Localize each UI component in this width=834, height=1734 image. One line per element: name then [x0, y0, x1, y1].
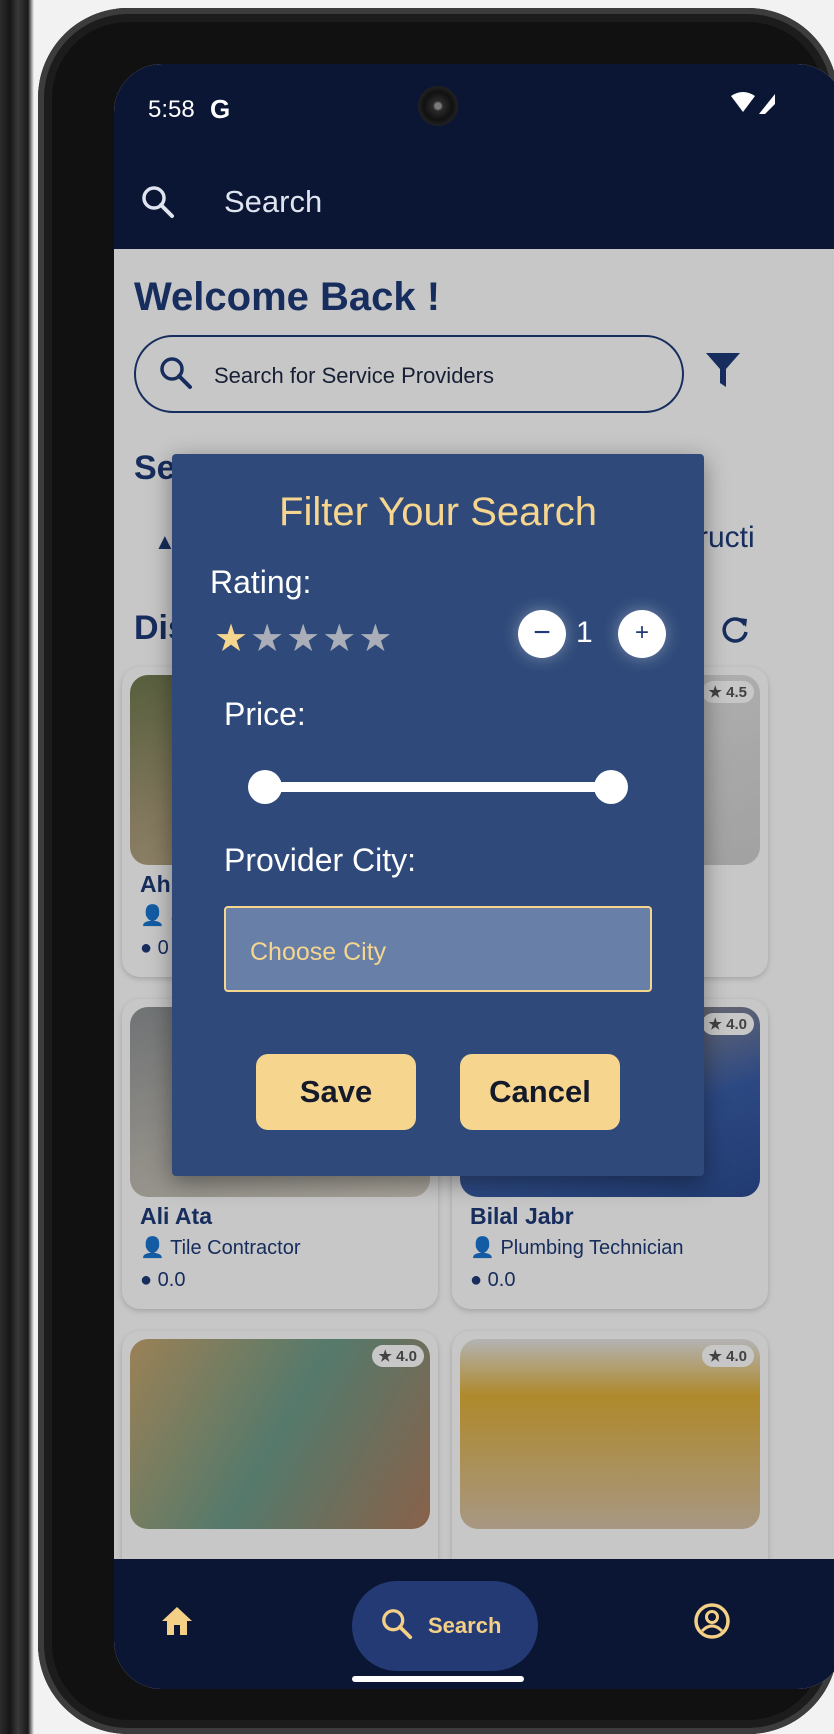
phone-screen: 5:58 G Search Welcome Back ! Search for … [114, 64, 834, 1689]
star-icon[interactable]: ★ [250, 618, 286, 660]
bottom-navigation: Search [114, 1559, 834, 1689]
adjacent-device-edge [0, 0, 34, 1734]
phone-frame: 5:58 G Search Welcome Back ! Search for … [38, 8, 834, 1734]
star-icon[interactable]: ★ [322, 618, 358, 660]
status-bar: 5:58 G [114, 64, 834, 154]
gesture-bar[interactable] [352, 1676, 524, 1682]
rating-stars[interactable]: ★★★★★ [214, 616, 394, 661]
top-search-label: Search [224, 184, 323, 219]
front-camera [418, 86, 458, 126]
city-placeholder: Choose City [250, 938, 387, 966]
rating-increment-button[interactable]: + [618, 610, 666, 658]
wifi-icon [731, 92, 775, 114]
rating-value: 1 [576, 616, 593, 649]
city-select[interactable]: Choose City [224, 906, 652, 992]
price-label: Price: [224, 696, 306, 732]
save-button[interactable]: Save [256, 1054, 416, 1130]
status-time: 5:58 [148, 96, 195, 123]
price-range-slider[interactable] [264, 782, 610, 792]
rating-label: Rating: [210, 564, 312, 600]
dialog-title: Filter Your Search [279, 490, 597, 534]
google-icon: G [210, 94, 231, 124]
account-icon[interactable] [692, 1601, 732, 1646]
rating-decrement-button[interactable]: − [518, 610, 566, 658]
filter-dialog: Filter Your Search Rating: ★★★★★ − 1 + P… [172, 454, 704, 1176]
cancel-button[interactable]: Cancel [460, 1054, 620, 1130]
home-icon[interactable] [160, 1605, 194, 1642]
star-icon[interactable]: ★ [214, 618, 250, 660]
home-content: Welcome Back ! Search for Service Provid… [114, 249, 834, 1641]
top-search-bar[interactable]: Search [114, 154, 834, 249]
price-max-handle[interactable] [594, 770, 628, 804]
nav-search-button[interactable]: Search [352, 1581, 538, 1671]
search-icon [380, 1607, 414, 1646]
star-icon[interactable]: ★ [286, 618, 322, 660]
star-icon[interactable]: ★ [358, 618, 394, 660]
nav-search-label: Search [428, 1613, 502, 1638]
search-icon [140, 184, 176, 225]
city-label: Provider City: [224, 842, 417, 878]
price-min-handle[interactable] [248, 770, 282, 804]
signal-icons [729, 90, 779, 123]
